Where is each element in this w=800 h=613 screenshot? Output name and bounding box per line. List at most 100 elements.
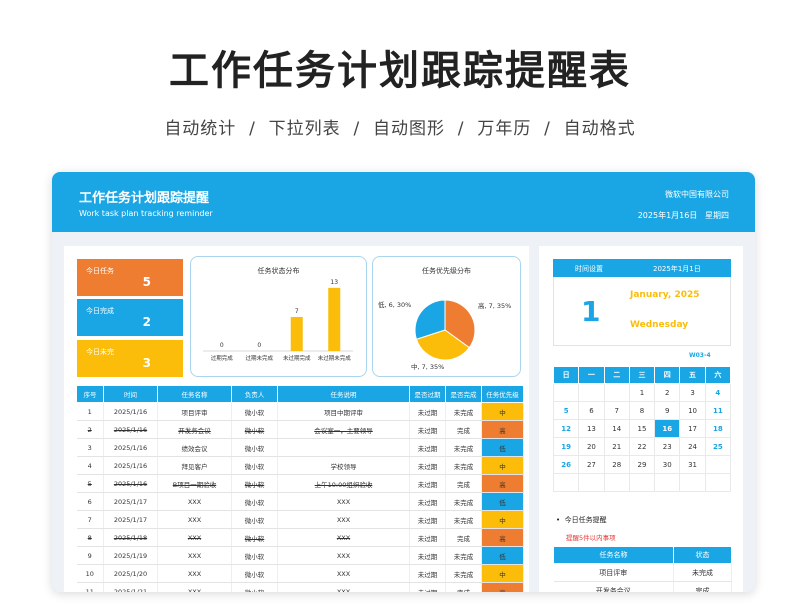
bar-category-label: 过期未完成: [245, 354, 273, 362]
reminder-note: 提醒5件以内事项: [566, 534, 616, 542]
calendar-day[interactable]: 29: [628, 455, 656, 474]
task-owner: 微小软: [231, 528, 278, 547]
table-row[interactable]: 8 2025/1/18 XXX 微小软 XXX 未过期 完成高: [76, 528, 524, 547]
right-section: 时间设置 2025年1月1日 1 January, 2025 Wednesday…: [539, 246, 743, 592]
calendar-day[interactable]: 12: [552, 419, 580, 438]
reminder-title: • 今日任务提醒: [556, 516, 607, 524]
calendar-day[interactable]: 20: [578, 437, 605, 456]
pie-slice-label: 高, 7, 35%: [478, 301, 511, 310]
panel-header: 工作任务计划跟踪提醒 Work task plan tracking remin…: [52, 172, 755, 232]
calendar-week: 5 6 7 8 9 10 11: [552, 401, 732, 420]
calendar-day[interactable]: 21: [603, 437, 630, 456]
task-date: 2025/1/17: [103, 510, 158, 529]
calendar-day[interactable]: 25: [704, 437, 732, 456]
table-row[interactable]: 5 2025/1/16 B项目一期验收 微小软 上午10:00组织验收 未过期 完成高: [76, 474, 524, 493]
calendar-day[interactable]: 18: [704, 419, 732, 438]
row-number: 1: [76, 402, 104, 421]
task-table-header: 序号 时间 任务名称 负责人 任务说明 是否过期 是否完成 任务优先级: [76, 385, 524, 403]
calendar-day[interactable]: [578, 383, 605, 402]
table-row[interactable]: 4 2025/1/16 拜见客户 微小软 学校领导 未过期 未完成中: [76, 456, 524, 475]
task-owner: 微小软: [231, 564, 278, 583]
priority-cell[interactable]: 高: [481, 582, 524, 592]
bar-category-label: 未过期完成: [283, 354, 311, 362]
calendar-day[interactable]: 14: [603, 419, 630, 438]
column-header: 是否完成: [445, 385, 482, 403]
table-row[interactable]: 112025/1/21XXX微小软XXX未过期完成高: [76, 582, 524, 592]
table-row[interactable]: 1 2025/1/16 项目评审 微小软 项目中期评审 未过期 未完成中: [76, 402, 524, 421]
overdue-status: 未过期: [409, 528, 446, 547]
calendar-day[interactable]: 5: [552, 401, 580, 420]
task-name: XXX: [157, 528, 232, 547]
calendar-day[interactable]: [603, 473, 630, 492]
calendar-day[interactable]: 31: [679, 455, 706, 474]
calendar-day[interactable]: 24: [679, 437, 706, 456]
calendar-day[interactable]: 17: [679, 419, 706, 438]
calendar-day[interactable]: 19: [552, 437, 580, 456]
calendar-day[interactable]: 22: [628, 437, 656, 456]
table-row[interactable]: 3 2025/1/16 绩效会议 微小软 未过期 未完成低: [76, 438, 524, 457]
calendar-day[interactable]: 10: [679, 401, 706, 420]
calendar-day[interactable]: [578, 473, 605, 492]
calendar-day[interactable]: 8: [628, 401, 656, 420]
reminder-table-body: 项目评审 未完成 开发务会议 完成: [553, 563, 732, 592]
calendar-day[interactable]: 23: [654, 437, 681, 456]
calendar-day[interactable]: 28: [603, 455, 630, 474]
task-name: 拜见客户: [157, 456, 232, 475]
hero-subtitle: 自动统计 / 下拉列表 / 自动图形 / 万年历 / 自动格式: [164, 119, 636, 139]
priority-cell[interactable]: 高: [481, 420, 524, 439]
calendar-day[interactable]: [704, 455, 732, 474]
calendar-day[interactable]: 6: [578, 401, 605, 420]
table-row[interactable]: 2 2025/1/16 开发务会议 微小软 会议室一，主要领导 未过期 完成高: [76, 420, 524, 439]
row-number: 11: [76, 582, 104, 592]
priority-cell[interactable]: 中: [481, 510, 524, 529]
table-row[interactable]: 6 2025/1/17 XXX 微小软 XXX 未过期 未完成低: [76, 492, 524, 511]
priority-cell[interactable]: 中: [481, 456, 524, 475]
table-row[interactable]: 9 2025/1/19 XXX 微小软 XXX 未过期 未完成低: [76, 546, 524, 565]
table-row[interactable]: 7 2025/1/17 XXX 微小软 XXX 未过期 未完成中: [76, 510, 524, 529]
complete-status: 完成: [445, 420, 482, 439]
task-owner: 微小软: [231, 492, 278, 511]
calendar-day[interactable]: [704, 473, 732, 492]
week-code: W03-4: [689, 352, 711, 359]
calendar-day[interactable]: 7: [603, 401, 630, 420]
calendar-day[interactable]: [628, 473, 656, 492]
row-number: 9: [76, 546, 104, 565]
priority-cell[interactable]: 低: [481, 546, 524, 565]
calendar-day[interactable]: 4: [704, 383, 732, 402]
overdue-status: 未过期: [409, 402, 446, 421]
priority-cell[interactable]: 低: [481, 492, 524, 511]
calendar-day[interactable]: 27: [578, 455, 605, 474]
month-value-field[interactable]: 2025年1月1日: [653, 264, 701, 274]
calendar-day[interactable]: 30: [654, 455, 681, 474]
column-header: 任务说明: [277, 385, 410, 403]
task-owner: 微小软: [231, 546, 278, 565]
priority-cell[interactable]: 高: [481, 474, 524, 493]
calendar-day[interactable]: 26: [552, 455, 580, 474]
card-value: 3: [142, 356, 151, 370]
overdue-status: 未过期: [409, 492, 446, 511]
calendar-day[interactable]: [603, 383, 630, 402]
priority-cell[interactable]: 高: [481, 528, 524, 547]
calendar-day[interactable]: [552, 383, 580, 402]
priority-cell[interactable]: 中: [481, 402, 524, 421]
task-name: XXX: [157, 582, 232, 592]
calendar-day[interactable]: 15: [628, 419, 656, 438]
calendar-day[interactable]: 16: [654, 419, 681, 438]
overdue-status: 未过期: [409, 510, 446, 529]
task-date: 2025/1/20: [103, 564, 158, 583]
calendar-day[interactable]: 2: [654, 383, 681, 402]
complete-status: 未完成: [445, 564, 482, 583]
calendar-day[interactable]: [552, 473, 580, 492]
calendar-day[interactable]: 9: [654, 401, 681, 420]
calendar-day[interactable]: [679, 473, 706, 492]
pie-slice-label: 中, 7, 35%: [411, 362, 444, 371]
calendar-day[interactable]: 1: [628, 383, 656, 402]
calendar-day[interactable]: [654, 473, 681, 492]
task-owner: 微小软: [231, 510, 278, 529]
table-row[interactable]: 10 2025/1/20 XXX 微小软 XXX 未过期 未完成中: [76, 564, 524, 583]
calendar-day[interactable]: 11: [704, 401, 732, 420]
calendar-day[interactable]: 3: [679, 383, 706, 402]
priority-cell[interactable]: 低: [481, 438, 524, 457]
priority-cell[interactable]: 中: [481, 564, 524, 583]
calendar-day[interactable]: 13: [578, 419, 605, 438]
